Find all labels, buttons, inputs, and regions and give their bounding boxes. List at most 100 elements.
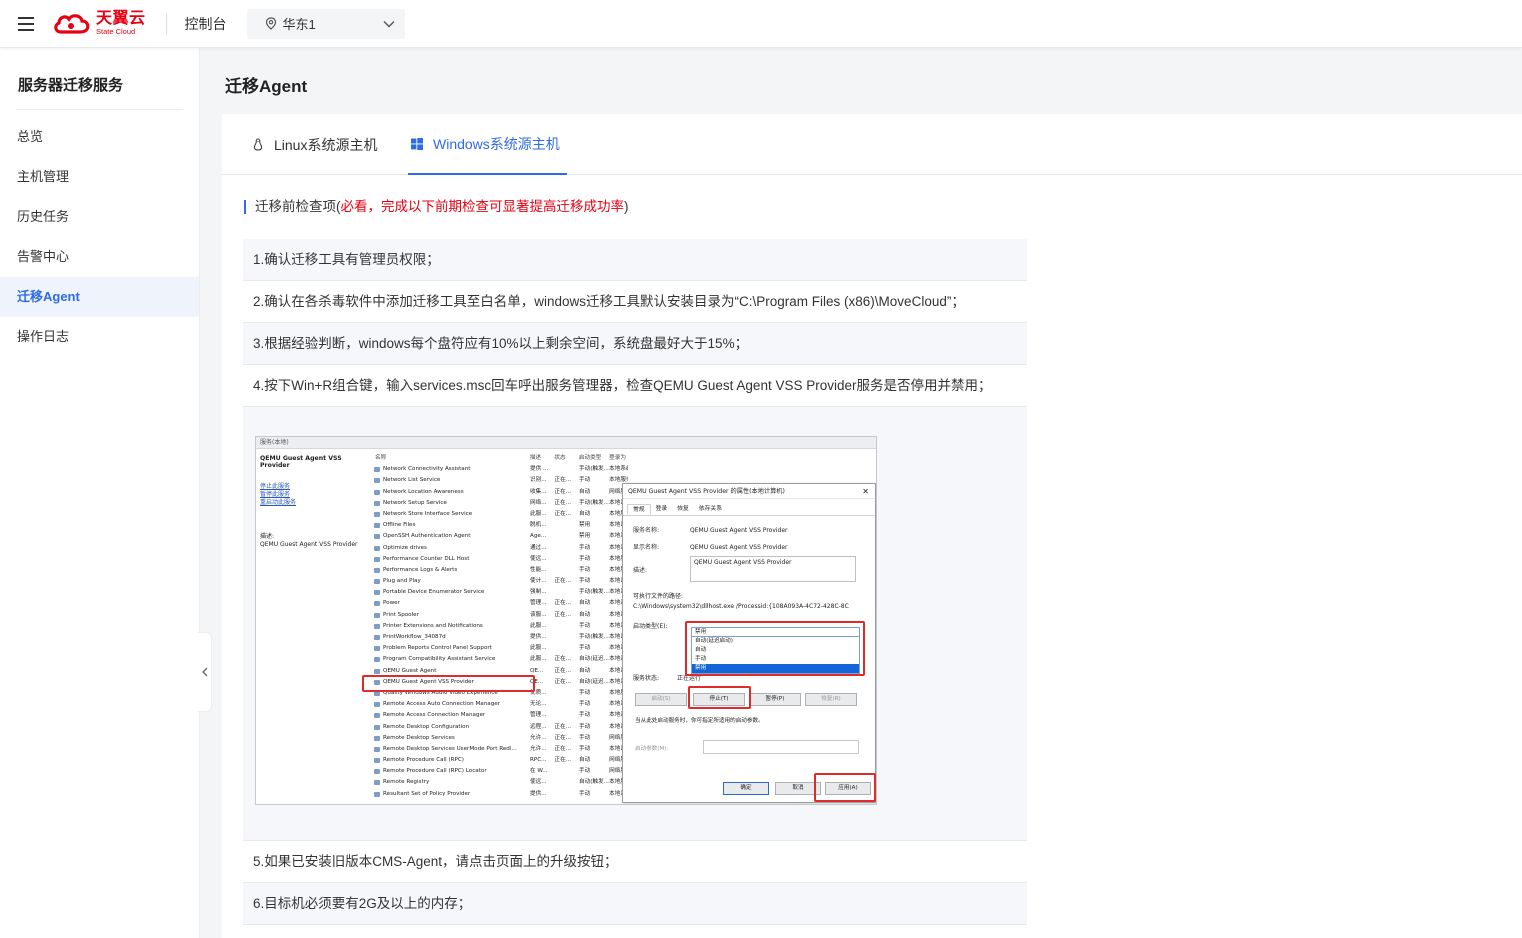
- shot-highlight-service: [362, 675, 535, 692]
- shot-param-label: 启动参数(M):: [635, 746, 669, 752]
- shot-service-row: Network Store Interface Service 此服... 正在..…: [373, 509, 628, 520]
- shot-service-cell: Portable Device Enumerator Service: [373, 587, 530, 598]
- os-tabs: Linux系统源主机 Windows系统源主机: [222, 114, 1522, 175]
- shot-ok-button: 确定: [723, 782, 769, 795]
- console-link[interactable]: 控制台: [167, 14, 247, 34]
- shot-col-startup: 启动类型: [578, 455, 602, 461]
- shot-service-row: Performance Counter DLL Host使远...手动本地服务: [373, 554, 628, 565]
- shot-hint: 当从此处启动服务时，你可指定所适用的启动参数。: [635, 718, 764, 724]
- shot-service-cell: Resultant Set of Policy Provider: [373, 789, 530, 800]
- shot-display-name: QEMU Guest Agent VSS Provider: [690, 544, 788, 551]
- shot-service-cell: [555, 710, 580, 721]
- shot-service-row: Offline Files脱机...禁用本地系统: [373, 520, 628, 531]
- shot-service-cell: 自动: [579, 488, 591, 495]
- content-card: Linux系统源主机 Windows系统源主机 迁移前检查项(必看，完成以下前期…: [222, 114, 1522, 938]
- shot-service-cell: Remote Procedure Call (RPC): [373, 755, 530, 766]
- shot-service-row: Problem Reports Control Panel Support 此服.…: [373, 643, 628, 654]
- shot-service-name-row: 服务名称: QEMU Guest Agent VSS Provider: [633, 522, 865, 539]
- precheck-list: 1.确认迁移工具有管理员权限； 2.确认在各杀毒软件中添加迁移工具至白名单，wi…: [243, 239, 1027, 925]
- shot-service-cell: 自动(延迟...: [579, 656, 609, 663]
- sidebar-item-host-management[interactable]: 主机管理: [0, 157, 199, 197]
- shot-link-stop: 停止此服务: [260, 483, 291, 490]
- shot-service-cell: 使远...: [530, 555, 547, 562]
- shot-service-cell: 性能...: [530, 566, 547, 573]
- menu-icon[interactable]: [0, 0, 52, 48]
- shot-service-cell: Optimize drives: [373, 543, 530, 554]
- shot-service-cell: [555, 688, 580, 699]
- shot-service-row: Network Connectivity Assistant 提供 ... 手动(触…: [373, 464, 628, 475]
- shot-service-row: Print Spooler该服...正在...自动本地系统: [373, 610, 628, 621]
- shot-status-label: 服务状态:: [633, 675, 660, 682]
- shot-service-cell: 此服...: [530, 656, 547, 663]
- shot-dialog-tab: 恢复: [677, 506, 689, 512]
- shot-service-cell: Network Store Interface Service: [373, 509, 530, 520]
- shot-service-row: Remote Access Connection Manager 管理... 手动本…: [373, 710, 628, 721]
- shot-desc: QEMU Guest Agent VSS Provider: [260, 541, 358, 548]
- top-navigation-bar: 天翼云 State Cloud 控制台 华东1: [0, 0, 1522, 48]
- shot-col-name: 名称: [375, 455, 387, 461]
- shot-dialog-tab: 登录: [655, 506, 668, 512]
- services-screenshot: 服务(本地) QEMU Guest Agent VSS Provider 停止此…: [255, 436, 877, 805]
- shot-service-cell: 正在...: [554, 611, 572, 618]
- sidebar-item-alert-center[interactable]: 告警中心: [0, 237, 199, 277]
- shot-service-cell: 在 W...: [530, 768, 548, 775]
- shot-left-title: QEMU Guest Agent VSS Provider: [260, 455, 342, 469]
- shot-start-button: 启动(S): [635, 693, 687, 706]
- shot-service-cell: 手动: [579, 712, 591, 719]
- shot-service-cell: Plug and Play: [373, 576, 530, 587]
- shot-desc-row: 描述: QEMU Guest Agent VSS Provider: [633, 556, 865, 590]
- sidebar-item-overview[interactable]: 总览: [0, 117, 199, 157]
- shot-service-cell: [555, 565, 580, 576]
- shot-service-cell: 网络...: [530, 499, 547, 506]
- shot-service-cell: Network List Service: [373, 475, 530, 486]
- shot-service-cell: [555, 643, 580, 654]
- shot-service-row: Power管理...正在...自动本地系统: [373, 598, 628, 609]
- shot-highlight-stop: [688, 686, 751, 709]
- shot-display-name-row: 显示名称: QEMU Guest Agent VSS Provider: [633, 539, 865, 556]
- precheck-suffix: ): [624, 199, 629, 214]
- shot-service-cell: Remote Desktop Configuration: [373, 722, 530, 733]
- shot-service-cell: 正在...: [554, 678, 572, 685]
- shot-service-cell: 手动(触发...: [579, 634, 609, 640]
- shot-link-pause: 暂停此服务: [260, 491, 291, 498]
- shot-service-cell: OpenSSH Authentication Agent: [373, 531, 530, 542]
- sidebar-menu: 总览 主机管理 历史任务 告警中心 迁移Agent 操作日志: [0, 117, 199, 357]
- precheck-step-6: 6.目标机必须要有2G及以上的内存；: [243, 883, 1027, 925]
- sidebar-item-operation-log[interactable]: 操作日志: [0, 317, 199, 357]
- brand-logo[interactable]: 天翼云 State Cloud: [52, 0, 166, 48]
- shot-service-cell: 自动: [579, 667, 591, 674]
- shot-service-cell: 手动: [579, 790, 591, 797]
- page-title: 迁移Agent: [225, 77, 308, 96]
- shot-service-cell: [555, 699, 580, 710]
- shot-properties-dialog: QEMU Guest Agent VSS Provider 的属性(本地计算机)…: [622, 483, 876, 803]
- shot-service-row: Optimize drives通过...手动本地系统: [373, 543, 628, 554]
- services-screenshot-row: 服务(本地) QEMU Guest Agent VSS Provider 停止此…: [243, 407, 1027, 841]
- shot-service-cell: 手动: [579, 701, 591, 708]
- shot-service-row: OpenSSH Authentication AgentAge...禁用本地系统: [373, 531, 628, 542]
- shot-service-cell: Network Location Awareness: [373, 487, 530, 498]
- shot-service-cell: 手动: [579, 734, 591, 741]
- shot-desc-label: 描述:: [260, 533, 275, 540]
- shot-service-cell: 识别...: [530, 477, 547, 484]
- shot-service-cell: 正在...: [554, 757, 572, 764]
- region-selector[interactable]: 华东1: [246, 8, 405, 39]
- shot-service-cell: 正在...: [554, 499, 572, 506]
- region-name: 华东1: [282, 17, 316, 32]
- logo-cn-text: 天翼云: [96, 10, 146, 28]
- shot-service-cell: 无论...: [530, 701, 547, 708]
- shot-path-label: 可执行文件的路径:: [633, 593, 684, 600]
- shot-service-cell: 正在...: [554, 600, 572, 607]
- shot-service-cell: 手动(触发...: [579, 499, 609, 506]
- shot-service-cell: 管理...: [530, 600, 547, 607]
- shot-service-cell: [555, 632, 580, 643]
- shot-service-cell: Remote Desktop Services: [373, 733, 530, 744]
- tab-windows[interactable]: Windows系统源主机: [408, 114, 567, 175]
- shot-path: C:\Windows\system32\dllhost.exe /Process…: [633, 603, 849, 610]
- shot-highlight-apply: [814, 773, 876, 802]
- shot-service-cell: [555, 621, 580, 632]
- tab-linux[interactable]: Linux系统源主机: [252, 114, 377, 175]
- sidebar-item-history-tasks[interactable]: 历史任务: [0, 197, 199, 237]
- shot-service-cell: 自动: [579, 600, 591, 607]
- shot-service-cell: Program Compatibility Assistant Service: [373, 654, 530, 665]
- sidebar-item-migration-agent[interactable]: 迁移Agent: [0, 277, 199, 317]
